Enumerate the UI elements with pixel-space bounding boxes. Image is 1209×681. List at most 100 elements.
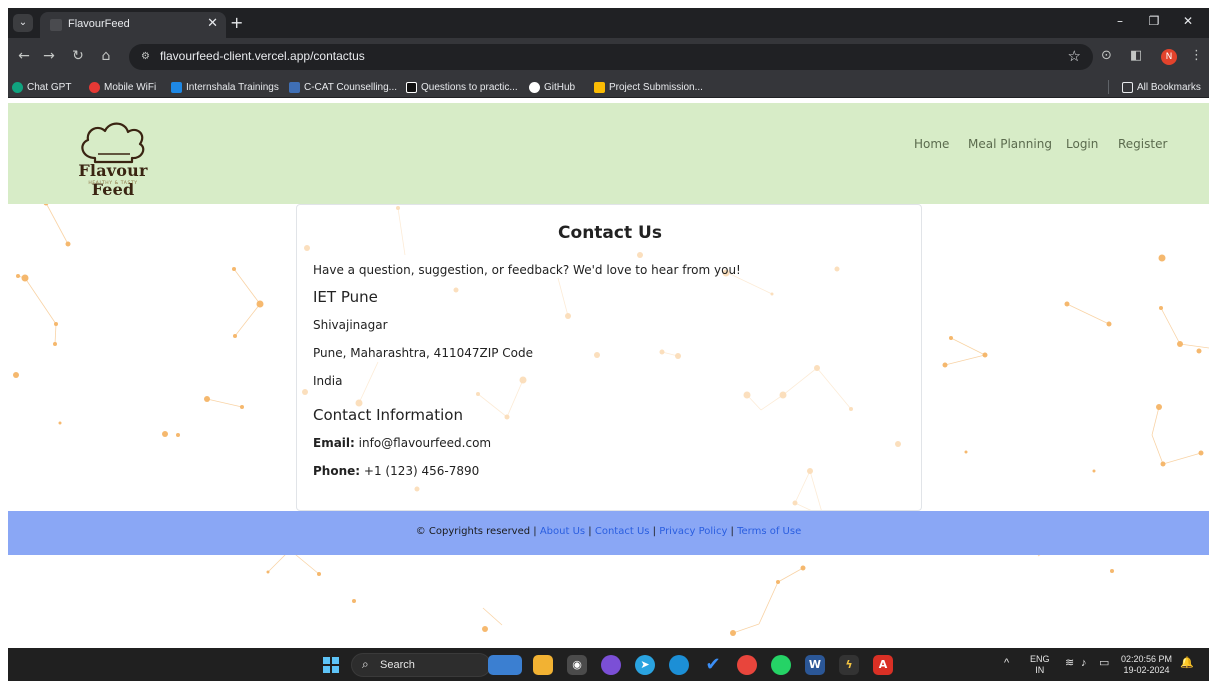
profile-avatar[interactable]: N <box>1161 49 1177 65</box>
github-icon <box>529 81 540 93</box>
email-label: Email: <box>313 436 355 450</box>
footer-link-contact[interactable]: Contact Us <box>595 526 650 537</box>
volume-icon[interactable]: ♪ <box>1081 658 1087 669</box>
restore-icon[interactable]: ❐ <box>1139 14 1169 28</box>
bookmark-label: Project Submission... <box>609 81 703 93</box>
email-value: info@flavourfeed.com <box>358 436 492 450</box>
nav-meal-planning[interactable]: Meal Planning <box>968 137 1052 151</box>
bookmark-star-icon[interactable]: ☆ <box>1068 47 1081 65</box>
logo-tagline: HEALTHY & TASTY <box>88 181 138 186</box>
contact-info-heading: Contact Information <box>313 406 463 424</box>
telegram-icon[interactable]: ➤ <box>635 655 655 675</box>
address-line: Shivajinagar <box>313 318 388 332</box>
web-page: Flavour Feed HEALTHY & TASTY Home Meal P… <box>8 98 1209 648</box>
site-info-icon[interactable]: ⚙ <box>138 49 153 64</box>
whatsapp-icon[interactable] <box>771 655 791 675</box>
language-top: ENG <box>1030 654 1050 664</box>
copyright-text: © Copyrights reserved <box>415 526 531 537</box>
app-icon[interactable] <box>601 655 621 675</box>
footer-link-about[interactable]: About Us <box>540 526 585 537</box>
email-line: Email: info@flavourfeed.com <box>313 436 491 450</box>
bookmark-label: Internshala Trainings <box>186 81 279 93</box>
tray-chevron-icon[interactable]: ^ <box>1004 658 1009 669</box>
camera-icon[interactable]: ◉ <box>567 655 587 675</box>
bookmark-project[interactable]: Project Submission... <box>594 80 703 94</box>
tab-favicon-icon <box>50 19 62 31</box>
wifi-site-icon <box>89 81 100 93</box>
nav-home[interactable]: Home <box>914 137 949 151</box>
bookmark-chatgpt[interactable]: Chat GPT <box>12 80 71 94</box>
page-title: Contact Us <box>558 223 662 243</box>
footer-link-terms[interactable]: Terms of Use <box>737 526 801 537</box>
back-icon[interactable]: ← <box>15 48 33 64</box>
bookmark-github[interactable]: GitHub <box>529 80 575 94</box>
phone-value: +1 (123) 456-7890 <box>363 464 480 478</box>
folder-icon <box>1122 81 1133 93</box>
phone-line: Phone: +1 (123) 456-7890 <box>313 464 479 478</box>
acrobat-icon[interactable]: A <box>873 655 893 675</box>
bookmark-mobile-wifi[interactable]: Mobile WiFi <box>89 80 156 94</box>
chrome-icon[interactable] <box>737 655 757 675</box>
taskbar-search[interactable]: ⌕ Search <box>351 653 491 677</box>
notification-bell-icon[interactable]: 🔔 <box>1180 658 1194 669</box>
bookmark-internshala[interactable]: Internshala Trainings <box>171 80 279 94</box>
taskbar-search-label: Search <box>380 659 415 671</box>
new-tab-icon[interactable]: + <box>230 13 243 32</box>
menu-icon[interactable]: ⋮ <box>1190 48 1203 63</box>
window-close-icon[interactable]: ✕ <box>1173 14 1203 28</box>
edge-icon[interactable] <box>669 655 689 675</box>
lightning-app-icon[interactable]: ϟ <box>839 655 859 675</box>
bookmark-questions[interactable]: Questions to practic... <box>406 80 518 94</box>
tab-search-button[interactable]: ⌄ <box>13 14 33 32</box>
reload-icon[interactable]: ↻ <box>69 48 87 64</box>
site-header: Flavour Feed HEALTHY & TASTY Home Meal P… <box>8 103 1209 204</box>
side-panel-icon[interactable]: ◧ <box>1130 48 1142 63</box>
home-icon[interactable]: ⌂ <box>97 48 115 64</box>
battery-icon[interactable]: ▭ <box>1099 658 1109 669</box>
internshala-icon <box>171 81 182 93</box>
word-icon[interactable]: W <box>805 655 825 675</box>
bookmarks-divider <box>1108 80 1109 94</box>
bookmark-label: Mobile WiFi <box>104 81 157 93</box>
ccat-icon <box>289 81 300 93</box>
close-tab-icon[interactable]: ✕ <box>207 16 218 31</box>
forward-icon[interactable]: → <box>40 48 58 64</box>
extensions-icon[interactable]: ⊙ <box>1101 48 1112 63</box>
clock[interactable]: 02:20:56 PM 19-02-2024 <box>1121 654 1172 676</box>
site-logo[interactable]: Flavour Feed HEALTHY & TASTY <box>52 118 172 199</box>
contact-card: Contact Us Have a question, suggestion, … <box>296 204 922 511</box>
nav-register[interactable]: Register <box>1118 137 1167 151</box>
drive-icon <box>594 81 605 93</box>
bookmark-ccat[interactable]: C-CAT Counselling... <box>289 80 397 94</box>
bookmark-label: Questions to practic... <box>421 81 518 93</box>
widgets-icon[interactable] <box>488 655 522 675</box>
clock-time: 02:20:56 PM <box>1121 654 1173 664</box>
org-heading: IET Pune <box>313 288 378 306</box>
nav-login[interactable]: Login <box>1066 137 1098 151</box>
file-explorer-icon[interactable] <box>533 655 553 675</box>
site-footer: © Copyrights reserved | About Us | Conta… <box>8 511 1209 555</box>
all-bookmarks[interactable]: All Bookmarks <box>1122 80 1201 94</box>
browser-tab[interactable]: FlavourFeed ✕ <box>40 12 226 38</box>
url-text[interactable]: flavourfeed-client.vercel.app/contactus <box>160 49 365 63</box>
bookmark-label: GitHub <box>544 81 576 93</box>
minimize-icon[interactable]: – <box>1105 14 1135 28</box>
bookmarks-bar: Chat GPT Mobile WiFi Internshala Trainin… <box>8 76 1209 98</box>
contact-intro: Have a question, suggestion, or feedback… <box>313 263 741 277</box>
language-indicator[interactable]: ENG IN <box>1030 654 1050 676</box>
todo-check-icon[interactable]: ✔ <box>703 655 723 675</box>
bookmark-label: C-CAT Counselling... <box>304 81 397 93</box>
windows-taskbar: ⌕ Search ◉ ➤ ✔ W ϟ A ^ ENG IN ≋ ♪ ▭ 02:2… <box>8 648 1209 681</box>
chatgpt-icon <box>12 81 23 93</box>
tab-title: FlavourFeed <box>68 18 130 30</box>
all-bookmarks-label: All Bookmarks <box>1137 81 1201 93</box>
footer-link-privacy[interactable]: Privacy Policy <box>659 526 727 537</box>
logo-text: Flavour Feed <box>78 161 148 199</box>
play-icon <box>406 81 417 93</box>
browser-tab-strip: ⌄ FlavourFeed ✕ + – ❐ ✕ <box>8 8 1209 38</box>
footer-text: © Copyrights reserved | About Us | Conta… <box>415 526 802 537</box>
address-bar[interactable]: ⚙ flavourfeed-client.vercel.app/contactu… <box>129 44 1093 70</box>
wifi-icon[interactable]: ≋ <box>1065 658 1074 669</box>
windows-start-icon[interactable] <box>323 657 339 673</box>
phone-label: Phone: <box>313 464 361 478</box>
